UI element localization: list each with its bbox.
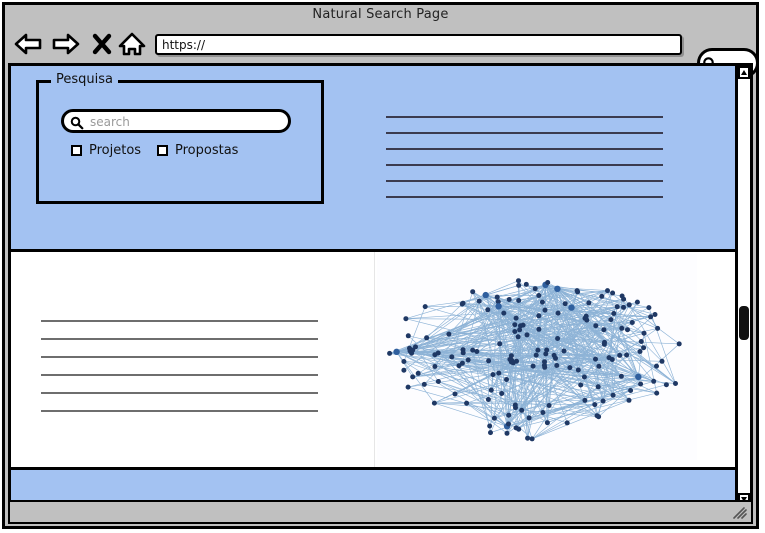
window-title-bar: Natural Search Page	[5, 5, 756, 25]
search-input-placeholder: search	[90, 115, 130, 129]
scrollbar-thumb[interactable]	[739, 306, 749, 340]
forward-arrow-icon[interactable]	[51, 30, 81, 58]
text-line	[41, 410, 318, 412]
checkbox-label: Propostas	[175, 143, 239, 158]
back-arrow-icon[interactable]	[13, 30, 43, 58]
search-fieldset: Pesquisa search Projetos Propostas	[36, 72, 324, 204]
text-line	[41, 392, 318, 394]
vertical-scrollbar[interactable]	[735, 66, 750, 506]
search-input[interactable]: search	[61, 109, 291, 133]
triangle-up	[741, 70, 747, 75]
checkbox-box[interactable]	[157, 145, 168, 156]
text-line	[386, 180, 663, 182]
text-line	[41, 374, 318, 376]
body-text-lines	[41, 320, 318, 428]
text-line	[386, 148, 663, 150]
network-graph[interactable]	[377, 254, 697, 460]
text-line	[386, 132, 663, 134]
text-line	[386, 196, 663, 198]
browser-window: Natural Search Page https:// Pesquisa se…	[2, 2, 759, 529]
url-input[interactable]: https://	[155, 34, 682, 55]
text-line	[386, 116, 663, 118]
text-line	[386, 164, 663, 166]
page-viewport: Pesquisa search Projetos Propostas	[8, 63, 753, 509]
checkbox-label: Projetos	[89, 143, 142, 158]
checkbox-projetos[interactable]: Projetos	[71, 143, 141, 158]
checkbox-propostas[interactable]: Propostas	[157, 143, 238, 158]
status-bar	[8, 500, 753, 524]
checkbox-box[interactable]	[71, 145, 82, 156]
resize-grip-icon[interactable]	[731, 505, 747, 519]
chevron-up-icon[interactable]	[738, 66, 750, 79]
header-panel: Pesquisa search Projetos Propostas	[11, 66, 741, 252]
text-line	[41, 320, 318, 322]
home-icon[interactable]	[117, 30, 147, 58]
column-divider	[374, 252, 375, 467]
page-content: Pesquisa search Projetos Propostas	[11, 66, 741, 506]
page-title: Natural Search Page	[312, 7, 449, 22]
url-text: https://	[162, 38, 206, 52]
text-line	[41, 338, 318, 340]
search-fieldset-legend: Pesquisa	[51, 72, 118, 87]
text-line	[41, 356, 318, 358]
network-graph-svg	[387, 278, 682, 442]
header-text-lines	[386, 116, 663, 212]
close-x-icon[interactable]	[91, 30, 113, 58]
search-icon	[70, 115, 84, 130]
body-panel	[11, 252, 741, 470]
browser-toolbar: https://	[5, 25, 759, 78]
